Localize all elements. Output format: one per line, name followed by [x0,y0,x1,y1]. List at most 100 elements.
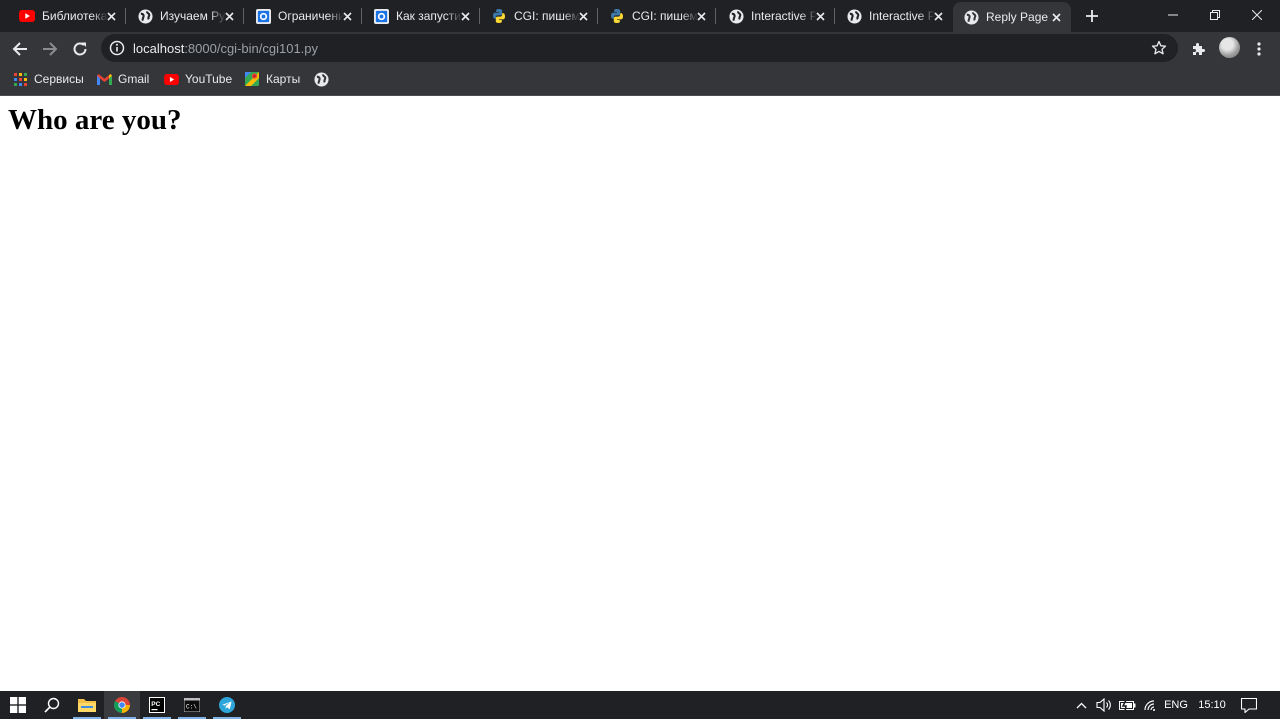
url-path: :8000/cgi-bin/cgi101.py [184,41,319,56]
bookmark-label: Gmail [118,72,150,86]
restore-icon [1210,10,1220,20]
globe-icon [313,71,329,87]
arrow-back-icon [12,42,27,56]
bookmark-star-icon[interactable] [1150,39,1168,57]
browser-toolbar: localhost:8000/cgi-bin/cgi101.py [0,32,1280,65]
tab-title: Ограничения [278,9,344,23]
close-tab-icon[interactable] [103,8,119,24]
telegram-icon [219,697,235,713]
minimize-icon [1168,14,1178,16]
pycharm-icon: PC [149,697,165,713]
extensions-button[interactable] [1186,36,1212,62]
menu-button[interactable] [1246,36,1272,62]
tab-1[interactable]: Библиотека [0,0,126,32]
close-tab-icon[interactable] [221,8,237,24]
tab-8[interactable]: Interactive P [827,0,953,32]
file-explorer-icon [78,699,96,712]
close-tab-icon[interactable] [457,8,473,24]
minimize-button[interactable] [1150,0,1196,30]
reload-button[interactable] [67,36,93,62]
url-text: localhost:8000/cgi-bin/cgi101.py [133,41,318,56]
tab-7[interactable]: Interactive P [709,0,835,32]
search-icon [44,697,60,713]
bookmark-youtube[interactable]: YouTube [163,71,232,87]
taskbar-chrome[interactable] [104,691,140,719]
svg-text:C:\: C:\ [186,704,197,711]
python-icon [609,8,625,24]
bookmark-gmail[interactable]: Gmail [96,71,149,87]
volume-button[interactable] [1094,691,1114,719]
globe-icon [137,8,153,24]
bookmark-globe[interactable] [313,71,335,87]
chevron-up-icon [1076,702,1086,708]
tab-6[interactable]: CGI: пишем [590,0,716,32]
reload-icon [73,42,87,56]
start-icon [10,697,26,713]
taskbar-telegram[interactable] [209,691,245,719]
page-heading: Who are you? [8,104,182,136]
close-tab-icon[interactable] [1048,9,1064,25]
terminal-icon: C:\ [184,698,200,712]
back-button[interactable] [7,36,33,62]
taskbar-terminal[interactable]: C:\ [174,691,210,719]
bookmarks-bar: Сервисы Gmail YouTube Карты [0,65,1280,96]
gmail-icon [96,71,112,87]
tab-reply-page[interactable]: Reply Page [953,2,1071,32]
close-tab-icon[interactable] [693,8,709,24]
bookmark-label: YouTube [185,72,233,86]
chrome-icon [114,697,130,713]
tab-4[interactable]: Как запустить [354,0,480,32]
globe-icon [846,8,862,24]
close-tab-icon[interactable] [812,8,828,24]
address-bar[interactable]: localhost:8000/cgi-bin/cgi101.py [101,34,1178,62]
apps-grid-icon [12,71,28,87]
wifi-icon [1143,700,1157,711]
globe-icon [728,8,744,24]
tab-title: Interactive P [869,9,935,23]
youtube-icon [163,71,179,87]
action-center-button[interactable] [1236,691,1262,719]
bookmark-services[interactable]: Сервисы [12,71,84,87]
taskbar-search-button[interactable] [34,691,70,719]
globe-icon [963,9,979,25]
new-tab-button[interactable] [1081,5,1103,27]
kebab-menu-icon [1257,42,1261,56]
svg-text:PC: PC [151,701,160,708]
tab-title: Библиотека [42,9,108,23]
tab-5[interactable]: CGI: пишем [472,0,598,32]
forward-button[interactable] [37,36,63,62]
python-icon [491,8,507,24]
start-button[interactable] [0,691,36,719]
close-tab-icon[interactable] [930,8,946,24]
tab-title: Как запустить [396,9,462,23]
profile-avatar[interactable] [1219,37,1240,58]
notification-icon [1241,697,1257,713]
network-button[interactable] [1141,691,1159,719]
speaker-icon [1095,698,1111,712]
page-content: Who are you? [0,96,1280,691]
tab-3[interactable]: Ограничения [236,0,362,32]
battery-button[interactable] [1117,691,1137,719]
close-window-button[interactable] [1234,0,1280,30]
show-hidden-icons-button[interactable] [1072,691,1090,719]
taskbar-pycharm[interactable]: PC [139,691,175,719]
tab-2[interactable]: Изучаем Python [118,0,244,32]
plus-icon [1086,10,1098,22]
close-tab-icon[interactable] [575,8,591,24]
bookmark-label: Карты [266,72,301,86]
restore-button[interactable] [1192,0,1238,30]
info-icon[interactable] [109,40,125,56]
bookmark-maps[interactable]: Карты [244,71,300,87]
clock[interactable]: 15:10 [1194,691,1230,719]
bookmark-label: Сервисы [34,72,84,86]
close-tab-icon[interactable] [339,8,355,24]
maps-icon [244,71,260,87]
language-indicator[interactable]: ENG [1162,691,1190,719]
tab-title: CGI: пишем [514,9,580,23]
puzzle-icon [1193,43,1205,55]
windows-taskbar: PC C:\ ENG 15:10 [0,691,1280,719]
tab-title: CGI: пишем [632,9,698,23]
battery-icon [1118,699,1135,711]
blue-square-icon [373,8,389,24]
taskbar-file-explorer[interactable] [69,691,105,719]
